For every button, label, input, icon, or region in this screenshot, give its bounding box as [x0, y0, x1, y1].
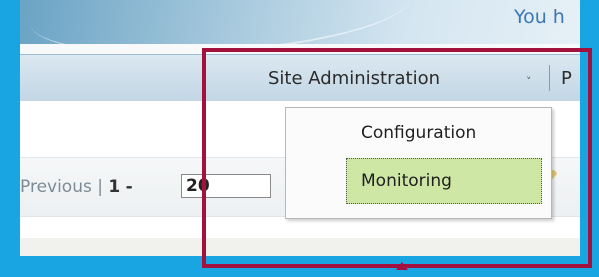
site-administration-menu[interactable]: Site Administration: [268, 68, 440, 89]
app-window: You h Site Administration ˅ P Previous |…: [20, 0, 580, 256]
page-size-input[interactable]: 20: [181, 174, 271, 198]
nav-tab-next[interactable]: P: [561, 68, 572, 89]
site-administration-dropdown: Configuration Monitoring: [285, 107, 552, 219]
header-banner: You h: [20, 0, 580, 44]
menu-item-monitoring[interactable]: Monitoring: [346, 158, 542, 204]
chevron-down-icon[interactable]: ˅: [526, 75, 532, 88]
previous-link[interactable]: Previous: [20, 177, 92, 197]
welcome-text: You h: [514, 6, 565, 28]
banner-decoration: [27, 0, 413, 44]
range-start: 1: [108, 177, 121, 197]
pager: Previous | 1 -: [20, 177, 133, 197]
nav-separator: [549, 65, 550, 91]
top-navigation: Site Administration ˅ P: [20, 54, 580, 102]
list-bottom-strip: [20, 238, 580, 256]
annotation-pointer: [396, 262, 408, 270]
range-dash: -: [125, 177, 133, 197]
menu-item-configuration[interactable]: Configuration: [286, 111, 551, 155]
pager-separator: |: [97, 177, 103, 197]
menu-item-label: Monitoring: [361, 171, 452, 191]
menu-item-label: Configuration: [361, 123, 477, 143]
